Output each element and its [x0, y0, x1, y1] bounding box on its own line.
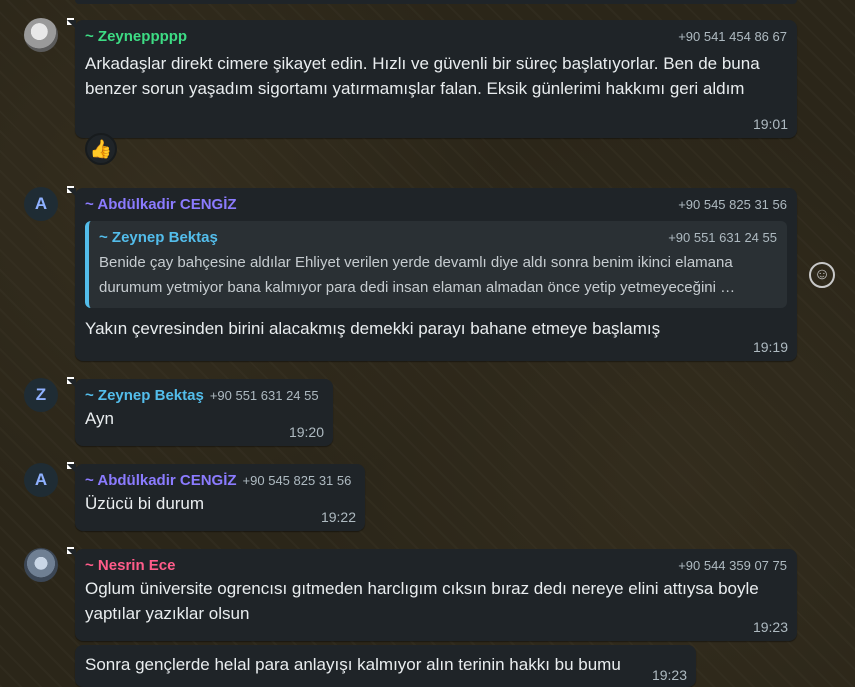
message-bubble[interactable]: ~ Zeynep Bektaş +90 551 631 24 55 Ayn 19… — [67, 379, 333, 446]
avatar[interactable]: A — [24, 187, 58, 221]
message-time: 19:22 — [320, 509, 356, 525]
sender-phone: +90 541 454 86 67 — [678, 29, 787, 44]
sender-name[interactable]: ~ Abdülkadir CENGİZ — [85, 196, 237, 213]
message-time: 19:23 — [752, 619, 788, 635]
message-text: Üzücü bi durum — [85, 494, 205, 513]
message-bubble[interactable]: ~ Zeyneppppp +90 541 454 86 67 Arkadaşla… — [67, 20, 797, 138]
message-time: 19:01 — [752, 116, 788, 132]
sender-name[interactable]: ~ Abdülkadir CENGİZ — [85, 472, 237, 489]
message-time: 19:19 — [752, 339, 788, 355]
sender-name[interactable]: ~ Zeynep Bektaş — [85, 387, 204, 404]
avatar[interactable] — [24, 548, 58, 582]
thumbs-up-reaction[interactable]: 👍 — [85, 133, 117, 165]
previous-message-edge — [75, 0, 797, 4]
avatar[interactable]: A — [24, 463, 58, 497]
smiley-icon[interactable]: ☺ — [809, 262, 835, 288]
message-bubble[interactable]: ~ Abdülkadir CENGİZ +90 545 825 31 56 ~ … — [67, 188, 797, 361]
message-bubble[interactable]: ~ Abdülkadir CENGİZ +90 545 825 31 56 Üz… — [67, 464, 365, 531]
message-text: Oglum üniversite ogrencısı gıtmeden harc… — [85, 579, 759, 623]
message-time: 19:23 — [651, 667, 687, 683]
sender-phone: +90 545 825 31 56 — [678, 197, 787, 212]
sender-name[interactable]: ~ Nesrin Ece — [85, 557, 175, 574]
message-text: Arkadaşlar direkt cimere şikayet edin. H… — [85, 54, 760, 98]
message-bubble[interactable]: ~ Nesrin Ece +90 544 359 07 75 Oglum üni… — [67, 549, 797, 641]
message-text: Yakın çevresinden birini alacakmış demek… — [85, 319, 661, 338]
quoted-phone: +90 551 631 24 55 — [668, 230, 777, 245]
avatar[interactable]: Z — [24, 378, 58, 412]
quoted-text: Benide çay bahçesine aldılar Ehliyet ver… — [99, 254, 736, 296]
message-time: 19:20 — [288, 424, 324, 440]
message-text: Sonra gençlerde helal para anlayışı kalm… — [85, 655, 621, 674]
message-bubble[interactable]: Sonra gençlerde helal para anlayışı kalm… — [75, 645, 696, 687]
sender-name[interactable]: ~ Zeyneppppp — [85, 28, 187, 45]
quoted-sender: ~ Zeynep Bektaş — [99, 229, 218, 246]
message-text: Ayn — [85, 409, 114, 428]
sender-phone: +90 544 359 07 75 — [678, 558, 787, 573]
sender-phone: +90 545 825 31 56 — [242, 473, 352, 488]
quoted-message[interactable]: ~ Zeynep Bektaş +90 551 631 24 55 Benide… — [85, 221, 787, 308]
sender-phone: +90 551 631 24 55 — [209, 388, 319, 403]
avatar[interactable] — [24, 18, 58, 52]
